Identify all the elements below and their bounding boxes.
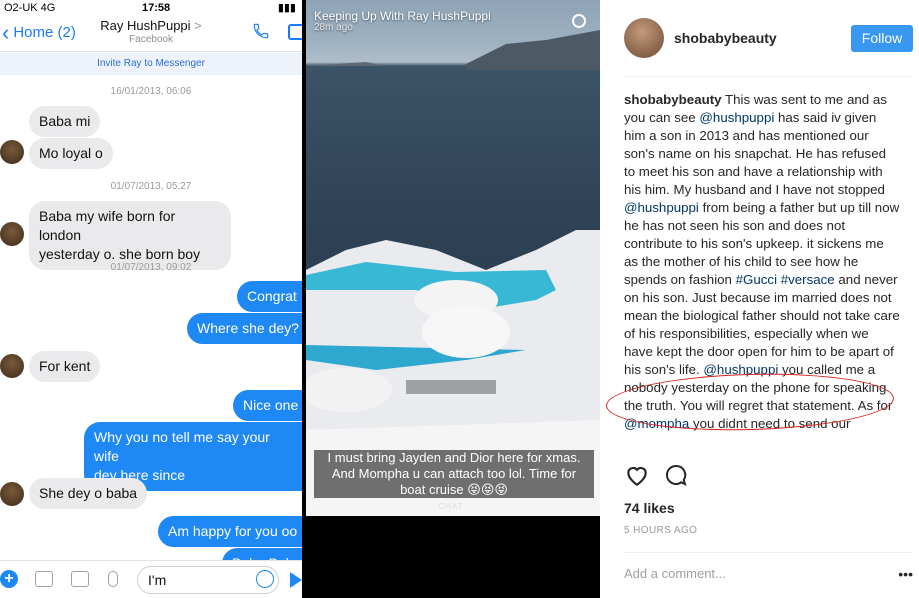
message-line: Baba my wife born for london — [39, 208, 176, 243]
story-title: Keeping Up With Ray HushPuppi — [314, 9, 491, 23]
timer-icon — [572, 14, 586, 28]
contact-avatar — [0, 354, 24, 378]
more-options-icon[interactable]: ••• — [898, 566, 913, 582]
distant-island — [306, 62, 386, 66]
message-received: Baba my wife born for london yesterday o… — [29, 201, 231, 270]
chat-button[interactable]: CHAT — [302, 502, 600, 511]
post-time: 5 HOURS AGO — [624, 525, 698, 536]
comment-icon[interactable] — [664, 463, 688, 487]
message-received: For kent — [29, 351, 101, 382]
snap-caption: I must bring Jayden and Dior here for xm… — [314, 450, 594, 498]
avatar[interactable] — [624, 18, 664, 58]
hashtag-link[interactable]: #versace — [781, 272, 835, 287]
post-header: shobabybeauty Follow — [624, 15, 913, 77]
message-sent: Where she dey? — [187, 313, 302, 344]
video-call-icon[interactable] — [288, 24, 302, 40]
battery-icon: ▮▮▮ — [277, 2, 296, 14]
post-username[interactable]: shobabybeauty — [674, 30, 777, 46]
clock: 17:58 — [142, 2, 171, 14]
message-received: Mo loyal o — [29, 138, 113, 169]
mention-link[interactable]: @hushpuppi — [699, 110, 774, 125]
timestamp: 01/07/2013, 05:27 — [110, 181, 192, 192]
message-sent: Am happy for you oo — [158, 516, 302, 547]
mention-link[interactable]: @hushpuppi — [624, 200, 699, 215]
comment-bar: Add a comment... ••• — [624, 552, 913, 598]
messenger-screenshot: O2-UK 4G 17:58 ▮▮▮ ‹ Home (2) Ray HushPu… — [0, 0, 302, 598]
contact-name-text: Ray HushPuppi — [100, 18, 191, 33]
contact-avatar — [0, 482, 24, 506]
caption-username[interactable]: shobabybeauty — [624, 92, 722, 107]
heart-icon[interactable] — [624, 463, 650, 487]
phone-icon[interactable] — [252, 22, 270, 40]
story-time: 28m ago — [314, 22, 353, 33]
follow-button[interactable]: Follow — [851, 25, 913, 52]
snapchat-screenshot: I must bring Jayden and Dior here for xm… — [302, 0, 600, 598]
likes-count[interactable]: 74 likes — [624, 500, 675, 516]
instagram-screenshot: shobabybeauty Follow shobabybeauty This … — [600, 0, 919, 598]
message-sent: Nice one — [233, 390, 302, 421]
message-received: She dey o baba — [29, 478, 148, 509]
microphone-icon[interactable] — [108, 571, 118, 587]
comment-input[interactable]: Add a comment... — [624, 566, 726, 581]
contact-avatar — [0, 140, 24, 164]
post-actions — [624, 463, 687, 489]
timestamp: 16/01/2013, 06:06 — [110, 86, 192, 97]
message-input-value: I'm — [148, 572, 167, 588]
message-composer: + I'm — [0, 560, 302, 598]
emoji-icon[interactable] — [256, 570, 274, 588]
invite-banner[interactable]: Invite Ray to Messenger — [0, 53, 302, 75]
message-received: Baba mi — [29, 106, 101, 137]
distant-island — [466, 30, 600, 70]
carrier-label: O2-UK 4G — [4, 2, 56, 14]
message-input[interactable]: I'm — [137, 566, 279, 594]
chevron-right-icon: > — [194, 18, 202, 33]
hashtag-link[interactable]: #Gucci — [736, 272, 777, 287]
image-icon[interactable] — [71, 571, 89, 587]
message-sent: Congrat — [237, 281, 302, 312]
parasol — [422, 306, 510, 358]
timestamp: 01/07/2013, 09:02 — [110, 262, 192, 273]
message-line: Why you no tell me say your wife — [94, 429, 270, 464]
conversation-header: ‹ Home (2) Ray HushPuppi > Facebook — [0, 16, 302, 52]
plus-icon[interactable]: + — [0, 570, 18, 588]
lounge-chairs — [406, 380, 496, 394]
snap-photo: I must bring Jayden and Dior here for xm… — [306, 0, 600, 516]
send-icon[interactable] — [290, 572, 302, 588]
status-bar: O2-UK 4G 17:58 ▮▮▮ — [0, 0, 302, 16]
camera-icon[interactable] — [35, 571, 53, 587]
santorini-photo — [306, 30, 600, 516]
contact-avatar — [0, 222, 24, 246]
